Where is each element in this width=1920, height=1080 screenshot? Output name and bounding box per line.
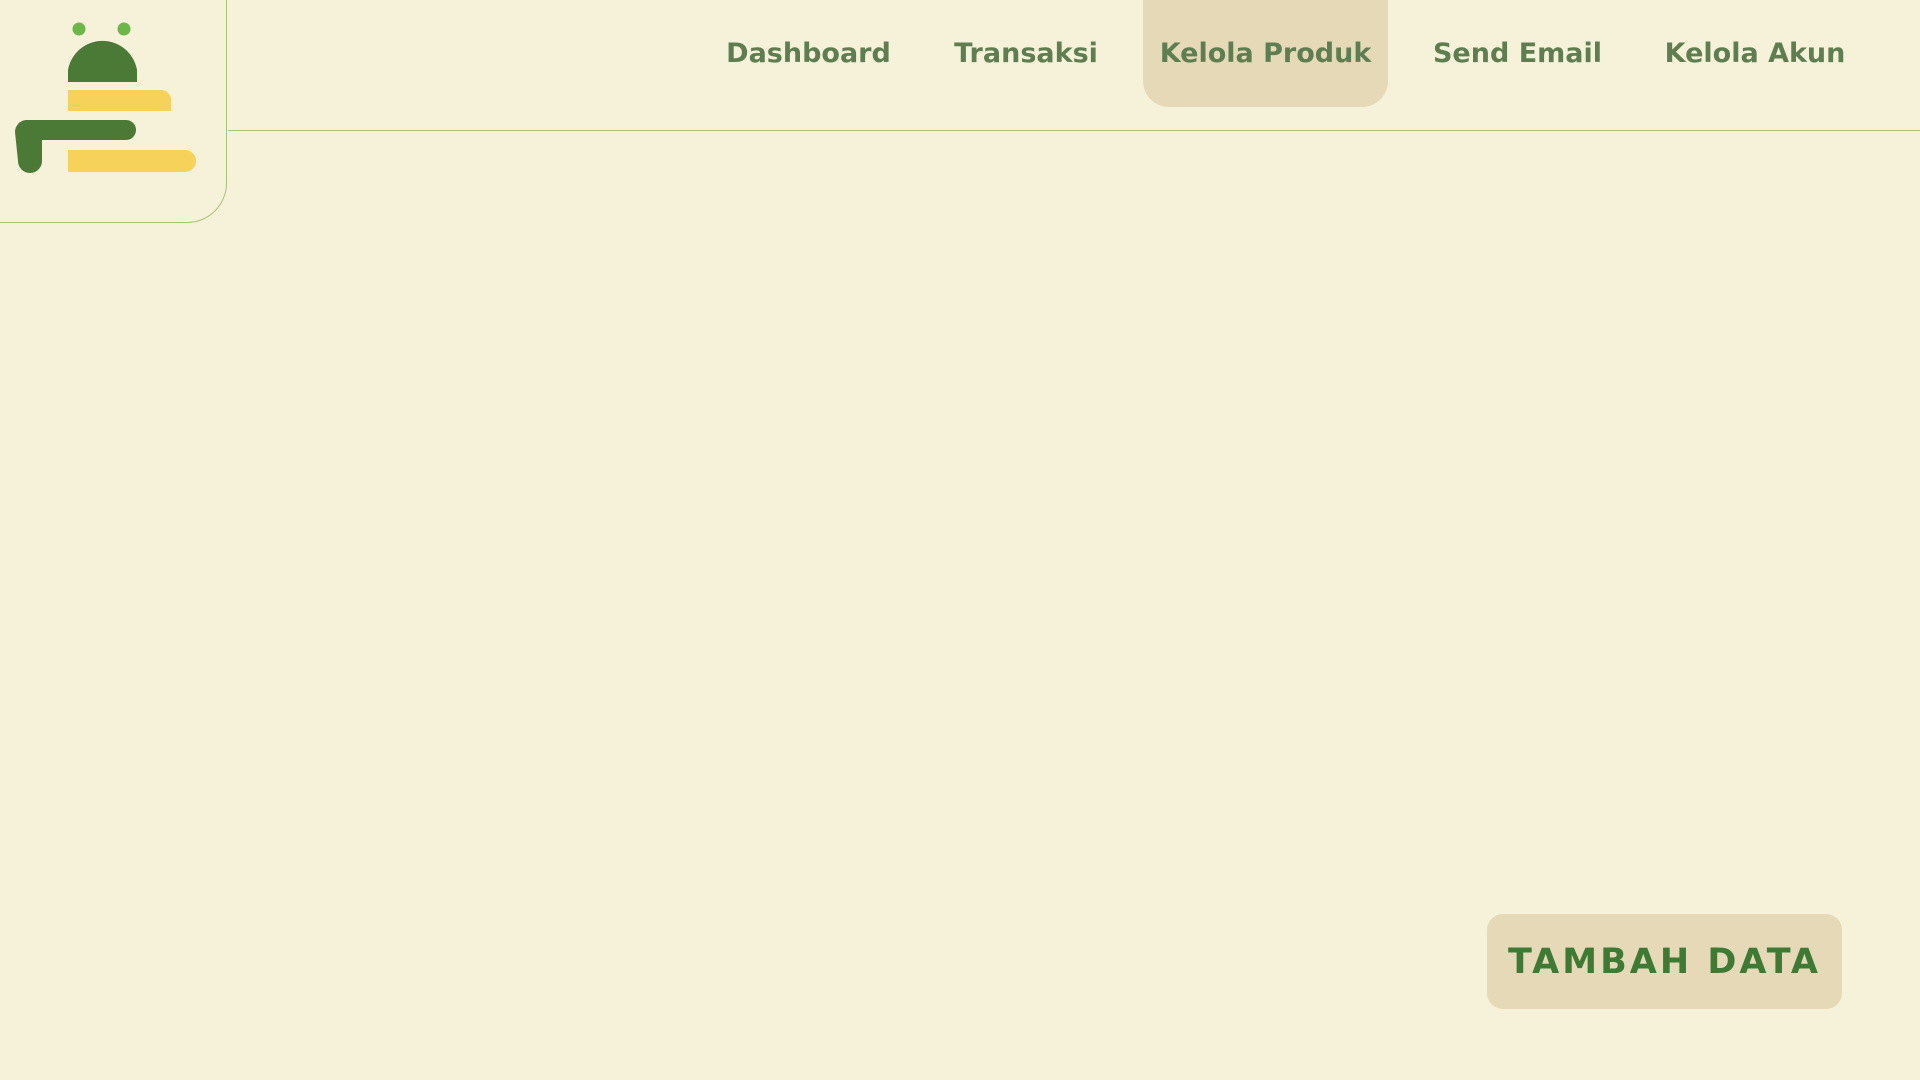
nav-item-kelola-akun[interactable]: Kelola Akun	[1660, 0, 1850, 107]
nav-item-send-email[interactable]: Send Email	[1425, 0, 1610, 107]
add-data-button[interactable]: TAMBAH DATA	[1487, 914, 1842, 1009]
header-divider	[228, 130, 1920, 131]
nav-item-transaksi[interactable]: Transaksi	[946, 0, 1106, 107]
logo-bar-bottom	[68, 150, 196, 172]
top-nav: Dashboard Transaksi Kelola Produk Send E…	[0, 0, 1920, 108]
nav-item-dashboard[interactable]: Dashboard	[720, 0, 897, 107]
page: Dashboard Transaksi Kelola Produk Send E…	[0, 0, 1920, 1080]
nav-item-kelola-produk[interactable]: Kelola Produk	[1143, 0, 1388, 107]
